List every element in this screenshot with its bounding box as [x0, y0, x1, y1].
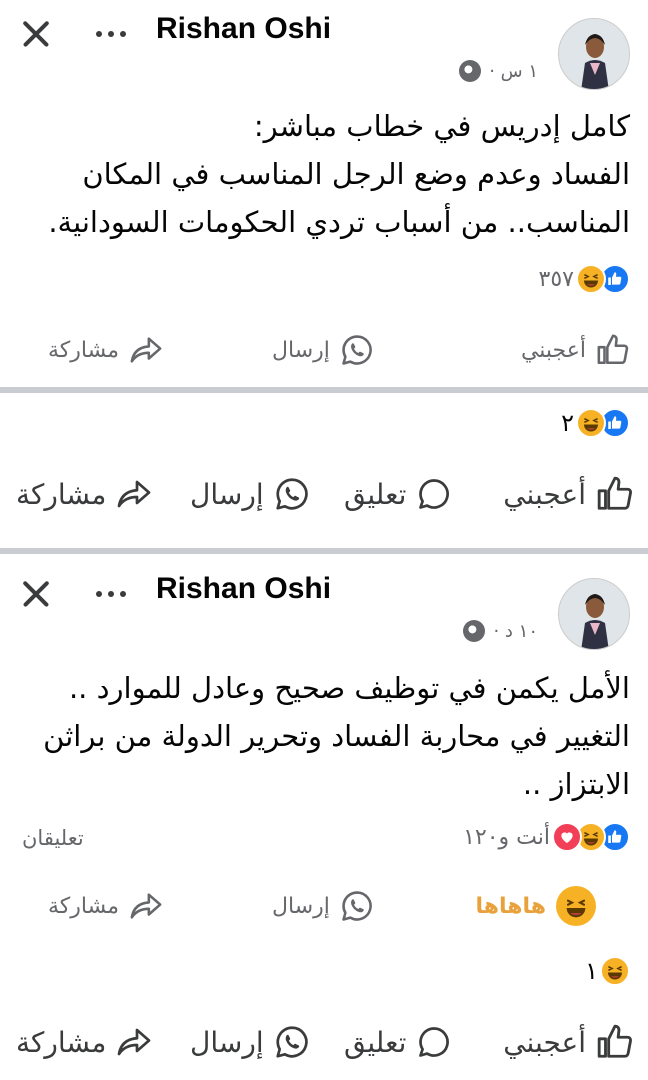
send-button[interactable]: إرسال — [190, 464, 310, 524]
heart-icon — [552, 822, 582, 852]
haha-button[interactable]: هاهاها — [475, 876, 596, 936]
globe-icon — [463, 620, 486, 642]
thumbs-up-icon — [596, 333, 630, 367]
reaction-count: ٣٥٧ — [538, 266, 574, 292]
share-label: مشاركة — [48, 893, 120, 919]
thumbs-up-icon — [596, 475, 634, 513]
share-button[interactable]: مشاركة — [16, 464, 152, 524]
share-button[interactable]: مشاركة — [48, 320, 163, 380]
share-button[interactable]: مشاركة — [48, 876, 163, 936]
send-label: إرسال — [190, 477, 264, 511]
send-button[interactable]: إرسال — [272, 320, 374, 380]
post-action-bar: أعجبني إرسال مشاركة — [0, 320, 648, 380]
feed-divider — [0, 548, 648, 554]
share-arrow-icon — [129, 889, 163, 923]
comment-bubble-icon — [416, 1024, 452, 1060]
feed-action-bar: أعجبني تعليق إرسال مشاركة — [0, 1012, 648, 1072]
send-label: إرسال — [272, 337, 330, 363]
send-button[interactable]: إرسال — [272, 876, 374, 936]
share-arrow-icon — [129, 333, 163, 367]
post-text-line: الابتزاز .. — [522, 767, 630, 801]
post-action-bar: هاهاها إرسال مشاركة — [0, 876, 648, 936]
post-card: Rishan Oshi ١ س · كامل إدريس في خطاب مبا… — [0, 0, 648, 390]
reaction-icons — [576, 264, 630, 294]
reaction-icons — [552, 822, 630, 852]
more-icon[interactable] — [96, 584, 136, 604]
comment-button[interactable]: تعليق — [344, 464, 452, 524]
feed-reaction-summary[interactable]: ١ — [585, 956, 630, 986]
whatsapp-icon — [274, 476, 310, 512]
post-text-line: التغيير في محاربة الفساد وتحرير الدولة م… — [43, 719, 630, 753]
comment-label: تعليق — [344, 1025, 407, 1059]
share-arrow-icon — [116, 1024, 152, 1060]
post-header: Rishan Oshi ١٠ د · — [0, 560, 648, 652]
post-time[interactable]: ١٠ د · — [493, 621, 538, 642]
haha-emoji-icon — [556, 886, 596, 926]
like-button[interactable]: أعجبني — [503, 1012, 634, 1072]
post-text: كامل إدريس في خطاب مباشر: الفساد وعدم وض… — [20, 102, 630, 246]
post-header: Rishan Oshi ١ س · — [0, 0, 648, 92]
author-name[interactable]: Rishan Oshi — [156, 12, 331, 46]
feed-action-bar: أعجبني تعليق إرسال مشاركة — [0, 464, 648, 524]
send-button[interactable]: إرسال — [190, 1012, 310, 1072]
whatsapp-icon — [274, 1024, 310, 1060]
post-text-line: كامل إدريس في خطاب مباشر: — [253, 109, 630, 143]
whatsapp-icon — [340, 333, 374, 367]
like-button[interactable]: أعجبني — [521, 320, 630, 380]
haha-emoji-icon — [576, 264, 606, 294]
comment-label: تعليق — [344, 477, 407, 511]
comments-count[interactable]: تعليقان — [22, 826, 84, 850]
reaction-summary[interactable]: ٣٥٧ — [539, 264, 630, 294]
comment-bubble-icon — [416, 476, 452, 512]
share-button[interactable]: مشاركة — [16, 1012, 152, 1072]
haha-emoji-icon — [600, 956, 630, 986]
post-time[interactable]: ١ س · — [489, 61, 538, 82]
like-label: أعجبني — [503, 477, 586, 511]
close-icon[interactable] — [16, 574, 56, 614]
author-name[interactable]: Rishan Oshi — [156, 572, 331, 606]
reaction-count: ١ — [585, 957, 598, 985]
post-text-line: المناسب.. من أسباب تردي الحكومات السودان… — [48, 205, 630, 239]
reaction-summary[interactable]: أنت و١٢٠ — [463, 822, 630, 852]
like-label: أعجبني — [520, 337, 586, 363]
share-label: مشاركة — [16, 477, 107, 511]
close-icon[interactable] — [16, 14, 56, 54]
haha-emoji-icon — [576, 408, 606, 438]
avatar[interactable] — [558, 578, 630, 650]
like-label: أعجبني — [503, 1025, 586, 1059]
post-text: الأمل يكمن في توظيف صحيح وعادل للموارد .… — [20, 664, 630, 808]
send-label: إرسال — [190, 1025, 264, 1059]
reaction-icons — [600, 956, 630, 986]
like-button[interactable]: أعجبني — [503, 464, 634, 524]
post-card: Rishan Oshi ١٠ د · الأمل يكمن في توظيف ص… — [0, 560, 648, 1080]
haha-label: هاهاها — [475, 893, 546, 919]
more-icon[interactable] — [96, 24, 136, 44]
post-meta: ١٠ د · — [463, 620, 538, 642]
comment-button[interactable]: تعليق — [344, 1012, 452, 1072]
feed-reaction-summary[interactable]: ٢ — [561, 408, 630, 438]
reaction-count: ٢ — [561, 409, 574, 437]
post-text-line: الفساد وعدم وضع الرجل المناسب في المكان — [82, 157, 630, 191]
share-label: مشاركة — [16, 1025, 107, 1059]
send-label: إرسال — [272, 893, 330, 919]
reaction-icons — [576, 408, 630, 438]
reaction-count: أنت و١٢٠ — [463, 824, 550, 850]
avatar[interactable] — [558, 18, 630, 90]
post-text-line: الأمل يكمن في توظيف صحيح وعادل للموارد .… — [68, 671, 630, 705]
globe-icon — [459, 60, 482, 82]
whatsapp-icon — [340, 889, 374, 923]
share-label: مشاركة — [48, 337, 120, 363]
post-meta: ١ س · — [459, 60, 538, 82]
thumbs-up-icon — [596, 1023, 634, 1061]
feed-divider — [0, 387, 648, 393]
share-arrow-icon — [116, 476, 152, 512]
